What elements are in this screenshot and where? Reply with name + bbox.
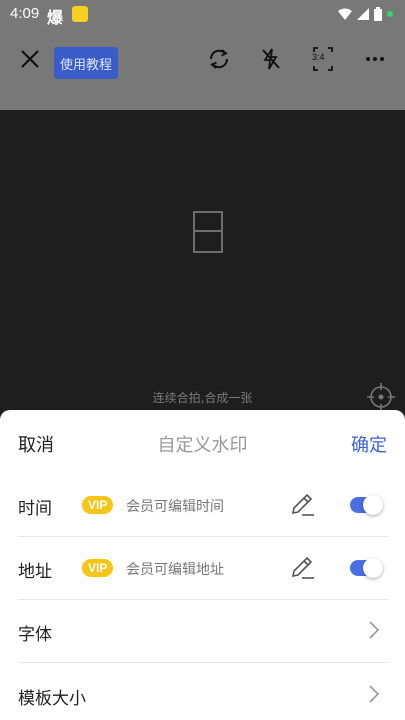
ratio-label: 3:4 [312,52,325,62]
status-indicators [338,7,393,21]
camera-toolbar: 使用教程 3:4 [0,30,405,110]
row-label: 字体 [18,625,52,645]
row-hint: 会员可编辑地址 [126,562,224,578]
status-dot [387,11,393,17]
app-notification-icon: 爆 [47,8,64,27]
split-layout-icon [193,211,223,253]
watermark-settings-sheet: 取消 自定义水印 确定 时间 VIP 会员可编辑时间 地址 VIP 会员可编辑地… [0,410,405,720]
status-bar: 4:09 爆 [0,0,405,30]
focus-target-icon[interactable] [366,382,396,412]
row-template-size[interactable]: 模板大小 [18,664,388,720]
sheet-title: 自定义水印 [157,435,248,456]
vip-badge: VIP [82,559,114,577]
row-label: 时间 [18,499,52,519]
rotate-camera-icon[interactable] [204,44,234,74]
tutorial-button[interactable]: 使用教程 [54,47,118,79]
address-toggle[interactable] [350,558,384,578]
camera-preview[interactable]: 连续合拍,合成一张 [0,110,405,412]
row-hint: 会员可编辑时间 [126,499,224,515]
toggle-knob [363,558,383,578]
cancel-button[interactable]: 取消 [18,431,54,457]
chevron-right-icon [369,685,380,703]
battery-icon [374,7,382,21]
flash-off-icon[interactable] [256,44,286,74]
row-time: 时间 VIP 会员可编辑时间 [18,474,388,537]
row-font[interactable]: 字体 [18,600,388,663]
ratio-icon[interactable]: 3:4 [308,44,338,74]
vip-badge: VIP [82,496,114,514]
signal-icon [357,8,369,20]
status-time: 4:09 [10,5,40,22]
more-icon[interactable] [360,44,390,74]
chevron-right-icon [369,621,380,639]
toggle-knob [363,495,383,515]
close-icon[interactable] [15,44,45,74]
row-address: 地址 VIP 会员可编辑地址 [18,537,388,600]
confirm-button[interactable]: 确定 [351,431,387,457]
app-notification-icon-2 [72,6,88,22]
time-toggle[interactable] [350,495,384,515]
camera-hint: 连续合拍,合成一张 [152,391,253,405]
edit-icon[interactable] [288,554,316,582]
wifi-icon [338,8,352,20]
sheet-header: 取消 自定义水印 确定 [0,410,405,474]
row-label: 模板大小 [18,689,86,709]
row-label: 地址 [18,562,52,582]
edit-icon[interactable] [288,491,316,519]
